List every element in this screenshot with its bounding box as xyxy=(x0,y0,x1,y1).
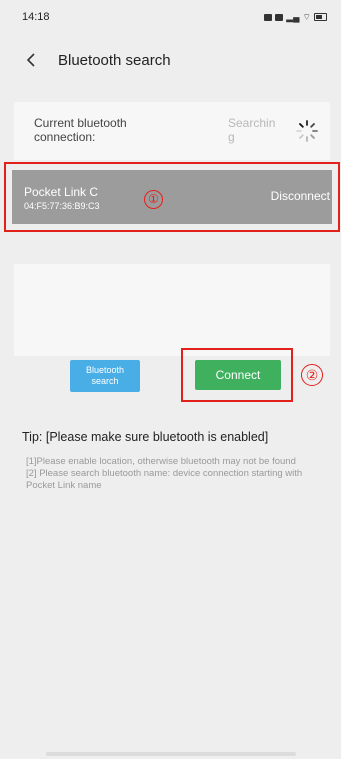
status-time: 14:18 xyxy=(22,11,50,23)
status-bar: 14:18 ▂▄ ⌔ xyxy=(0,0,341,34)
gesture-bar[interactable] xyxy=(46,752,296,756)
connect-button[interactable]: Connect xyxy=(195,360,281,390)
device-name: Pocket Link C xyxy=(24,185,99,199)
chevron-left-icon xyxy=(26,53,35,67)
connect-button-highlight: Connect xyxy=(181,348,293,402)
battery-icon xyxy=(314,13,327,21)
message-icon xyxy=(275,13,284,21)
nav-bar: Bluetooth search xyxy=(0,40,341,80)
page-title: Bluetooth search xyxy=(58,51,171,69)
signal-icon: ▂▄ xyxy=(286,11,300,22)
bluetooth-search-button[interactable]: Bluetooth search xyxy=(70,360,140,392)
back-button[interactable] xyxy=(20,49,42,71)
device-mac-address: 04:F5:77:36:B9:C3 xyxy=(24,201,100,211)
device-list-item[interactable]: Pocket Link C 04:F5:77:36:B9:C3 ① Discon… xyxy=(12,170,332,224)
disconnect-button[interactable]: Disconnect xyxy=(271,189,330,203)
tip-title: Tip: [Please make sure bluetooth is enab… xyxy=(22,430,269,444)
notification-icon xyxy=(264,13,273,21)
current-connection-card: Current bluetooth connection: Searching xyxy=(14,102,330,160)
annotation-marker-1: ① xyxy=(144,190,163,209)
action-panel xyxy=(14,264,330,356)
loading-spinner-icon xyxy=(296,120,318,142)
status-icons: ▂▄ ⌔ xyxy=(264,12,327,23)
tip-line-2: [2] Please search bluetooth name: device… xyxy=(26,468,303,491)
wifi-icon: ⌔ xyxy=(302,11,311,22)
tip-line-1: [1]Please enable location, otherwise blu… xyxy=(26,456,296,467)
annotation-marker-2: ② xyxy=(301,364,323,386)
tip-text: [1]Please enable location, otherwise blu… xyxy=(26,456,322,492)
device-row-highlight: Pocket Link C 04:F5:77:36:B9:C3 ① Discon… xyxy=(4,162,340,232)
connection-status: Searching xyxy=(228,116,276,144)
current-connection-label: Current bluetooth connection: xyxy=(34,116,127,144)
